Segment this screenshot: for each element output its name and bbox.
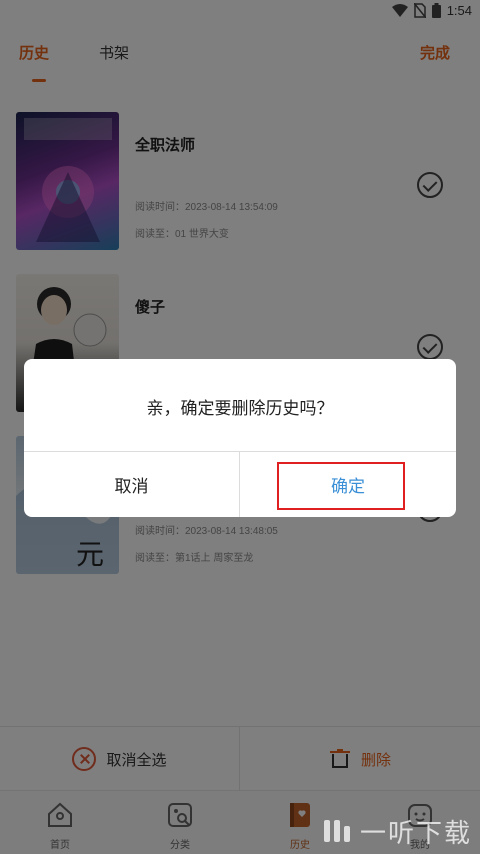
confirm-highlight-box	[277, 462, 405, 510]
delete-confirm-dialog: 亲，确定要删除历史吗？ 取消 确定	[24, 359, 456, 517]
watermark: 一听下载	[322, 808, 480, 854]
watermark-logo-icon	[324, 820, 350, 842]
dialog-message: 亲，确定要删除历史吗？	[146, 399, 334, 418]
watermark-text: 一听下载	[360, 818, 473, 849]
dialog-confirm-button[interactable]: 确定	[240, 452, 456, 517]
dialog-cancel-label: 取消	[114, 477, 149, 496]
dialog-cancel-button[interactable]: 取消	[24, 452, 240, 517]
